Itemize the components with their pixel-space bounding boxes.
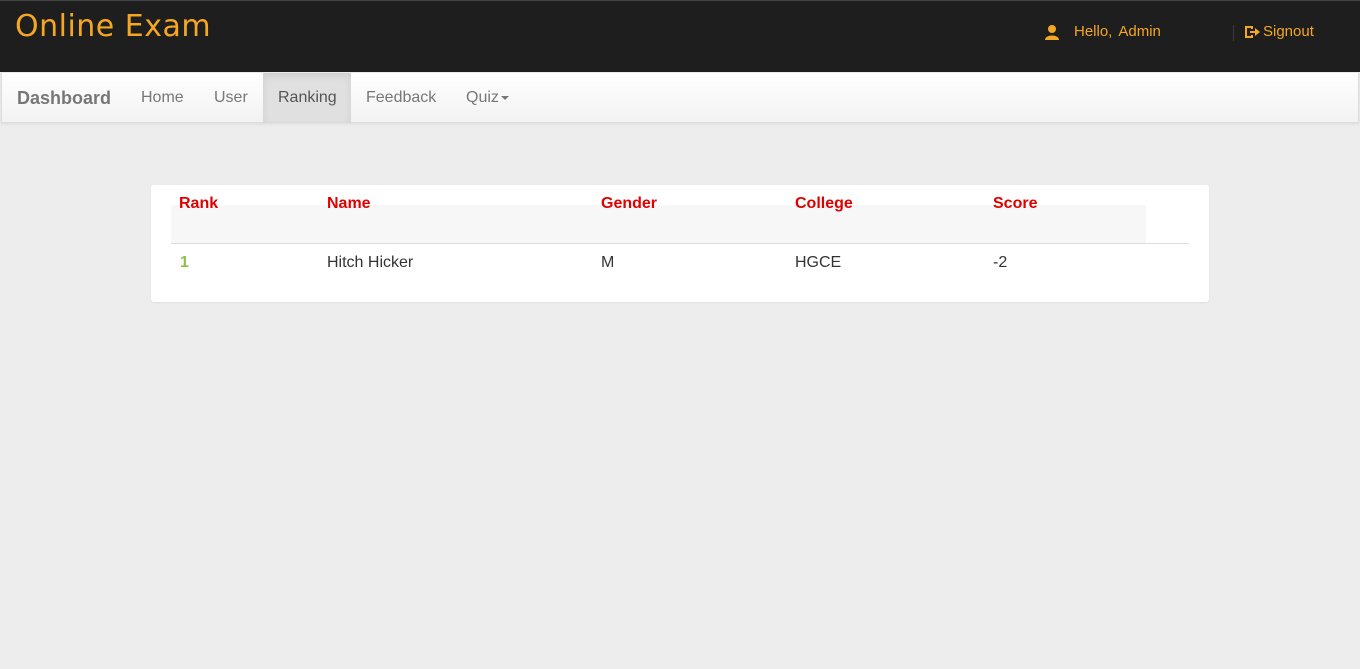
ranking-panel: Rank Name Gender College Score 1 Hitch H… <box>151 185 1209 302</box>
nav-item-quiz[interactable]: Quiz <box>451 73 524 123</box>
nav-item-feedback[interactable]: Feedback <box>351 73 451 123</box>
username-text: Admin <box>1118 23 1161 40</box>
header-score: Score <box>993 195 1038 212</box>
top-header: Online Exam Hello, Admin Signout <box>0 0 1360 72</box>
cell-rank: 1 <box>180 254 189 271</box>
header-divider <box>1233 25 1234 41</box>
header-rank: Rank <box>179 195 219 212</box>
header-gender: Gender <box>601 195 658 212</box>
cell-college: HGCE <box>795 254 842 271</box>
cell-name: Hitch Hicker <box>327 254 414 271</box>
nav-brand-dashboard[interactable]: Dashboard <box>17 88 111 109</box>
app-logo[interactable]: Online Exam <box>15 9 211 44</box>
main-navbar: Dashboard Home User Ranking Feedback Qui… <box>1 73 1359 123</box>
nav-item-user[interactable]: User <box>199 73 263 123</box>
header-college: College <box>795 195 853 212</box>
signout-link[interactable]: Signout <box>1244 23 1314 40</box>
user-icon <box>1044 24 1060 40</box>
greeting-text: Hello, <box>1074 23 1113 40</box>
signout-icon <box>1244 25 1261 39</box>
header-name: Name <box>327 195 371 212</box>
cell-score: -2 <box>993 254 1008 271</box>
cell-gender: M <box>601 254 615 271</box>
chevron-down-icon <box>500 95 509 100</box>
signout-label: Signout <box>1263 23 1314 40</box>
user-greeting: Hello, Admin <box>1044 23 1161 40</box>
nav-item-home[interactable]: Home <box>126 73 199 123</box>
nav-item-quiz-label: Quiz <box>466 89 499 106</box>
nav-item-ranking[interactable]: Ranking <box>263 73 351 123</box>
table-divider <box>171 243 1189 244</box>
